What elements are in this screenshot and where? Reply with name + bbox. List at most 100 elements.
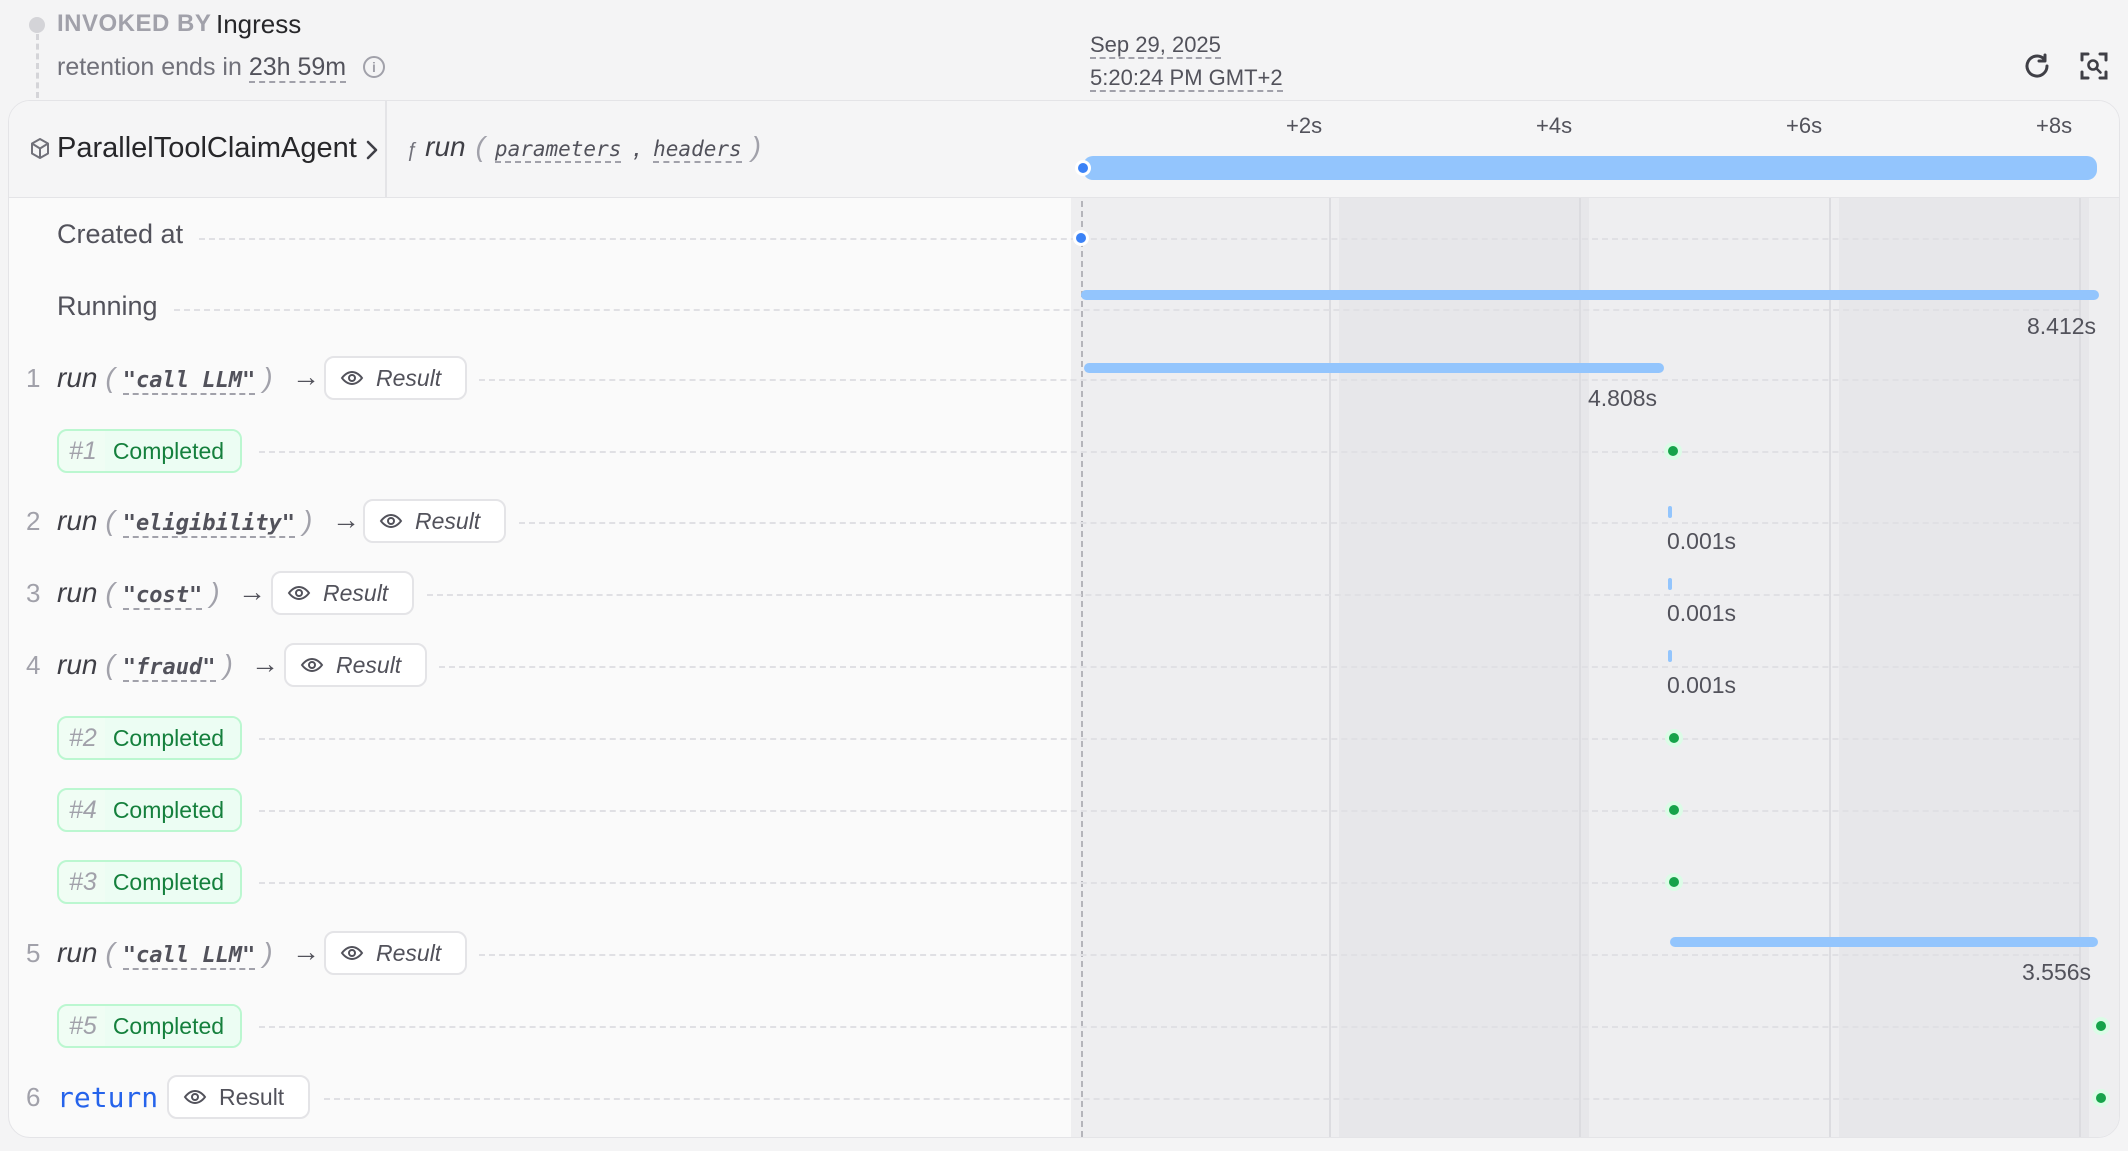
zoom-focus-icon[interactable]	[2079, 51, 2109, 81]
refresh-icon[interactable]	[2022, 51, 2052, 81]
row-guide	[199, 238, 2079, 240]
status-badge[interactable]: #5 Completed	[57, 1004, 243, 1048]
call-run[interactable]: run("call LLM")	[57, 362, 281, 395]
timeline-band	[1339, 101, 1589, 1137]
return-keyword: return	[57, 1081, 159, 1114]
step-number: 3	[26, 578, 41, 608]
start-marker-line	[1081, 101, 1083, 1137]
row-guide	[259, 451, 2079, 453]
retention-prefix: retention ends in	[57, 53, 242, 81]
step-number: 6	[26, 1082, 41, 1112]
result-button[interactable]: Result	[271, 571, 415, 615]
trace-card: ParallelToolClaimAgent ƒ run(parameters, h…	[8, 100, 2120, 1138]
step-number: 1	[26, 363, 41, 393]
start-time: 5:20:24 PM GMT+2	[1090, 65, 1283, 92]
row-guide	[439, 666, 2079, 668]
call-run[interactable]: run("eligibility")	[57, 505, 320, 538]
tick-label: +2s	[1286, 113, 1323, 138]
row-guide	[259, 882, 2079, 884]
call-duration: 4.808s	[1588, 385, 1658, 411]
row-guide	[259, 738, 2079, 740]
eye-icon	[300, 657, 324, 673]
invocation-bar[interactable]	[1083, 156, 2097, 180]
completion-dot	[1669, 733, 1679, 743]
created-at-dot	[1076, 233, 1086, 243]
info-icon[interactable]: i	[363, 56, 385, 78]
call-bar[interactable]	[1670, 937, 2098, 947]
eye-icon	[340, 370, 364, 386]
status-badge[interactable]: #2 Completed	[57, 716, 243, 760]
call-run[interactable]: run("cost")	[57, 577, 228, 610]
tick-label: +4s	[1536, 113, 1573, 138]
result-button[interactable]: Result	[324, 356, 468, 400]
completion-dot	[2096, 1093, 2106, 1103]
row-guide	[427, 594, 2079, 596]
eye-icon	[379, 513, 403, 529]
cube-icon	[31, 138, 49, 159]
result-button[interactable]: Result	[284, 643, 428, 687]
row-guide	[259, 1026, 2079, 1028]
row-guide	[174, 309, 2079, 311]
completion-dot	[1669, 805, 1679, 815]
running-label: Running	[57, 291, 158, 321]
completion-dot	[1669, 877, 1679, 887]
invoked-by-value: Ingress	[216, 9, 302, 39]
timeline-start-dot	[29, 17, 45, 33]
param-headers[interactable]: headers	[653, 137, 742, 163]
arrow-right-icon: →	[251, 648, 279, 679]
chevron-right-icon[interactable]	[365, 139, 379, 161]
arrow-right-icon: →	[292, 361, 320, 392]
function-icon: ƒ	[406, 139, 418, 161]
call-run[interactable]: run("fraud")	[57, 649, 241, 682]
invoked-by-label: INVOKED BY	[57, 10, 212, 37]
retention-value[interactable]: 23h 59m	[248, 53, 347, 83]
timeline-connector	[36, 34, 39, 98]
row-guide	[324, 1098, 2079, 1100]
running-bar[interactable]	[1081, 290, 2099, 300]
row-guide	[519, 522, 2079, 524]
call-bar[interactable]	[1084, 363, 1664, 373]
invocation-start-dot	[1078, 163, 1088, 173]
row-guide	[479, 954, 2079, 956]
arrow-right-icon: →	[238, 576, 266, 607]
param-parameters[interactable]: parameters	[494, 137, 622, 163]
call-duration: 0.001s	[1667, 600, 1737, 626]
status-badge[interactable]: #3 Completed	[57, 860, 243, 904]
divider	[385, 101, 387, 197]
function-name: run	[425, 131, 466, 162]
completion-dot	[1668, 446, 1678, 456]
eye-icon	[287, 585, 311, 601]
tick-label: +8s	[2036, 113, 2073, 138]
status-badge[interactable]: #4 Completed	[57, 788, 243, 832]
grid-line	[1579, 101, 1581, 1137]
running-duration: 8.412s	[2027, 313, 2097, 339]
call-bar[interactable]	[1668, 506, 1672, 518]
step-number: 5	[26, 938, 41, 968]
status-badge[interactable]: #1 Completed	[57, 429, 243, 473]
arrow-right-icon: →	[292, 936, 320, 967]
row-guide	[259, 810, 2079, 812]
return-result-button[interactable]: Result	[167, 1075, 311, 1119]
agent-name[interactable]: ParallelToolClaimAgent	[57, 132, 357, 165]
step-number: 4	[26, 650, 41, 680]
grid-line	[1829, 101, 1831, 1137]
call-bar[interactable]	[1668, 650, 1672, 662]
start-date: Sep 29, 2025	[1090, 32, 1221, 59]
arrow-right-icon: →	[332, 504, 360, 535]
eye-icon	[183, 1089, 207, 1105]
call-duration: 0.001s	[1667, 672, 1737, 698]
retention-info: retention ends in 23h 59m	[57, 53, 347, 83]
completion-dot	[2096, 1021, 2106, 1031]
created-at-label: Created at	[57, 219, 184, 249]
step-number: 2	[26, 506, 41, 536]
call-duration: 0.001s	[1667, 528, 1737, 554]
result-button[interactable]: Result	[324, 931, 468, 975]
call-duration: 3.556s	[2022, 959, 2092, 985]
result-button[interactable]: Result	[363, 499, 507, 543]
call-run[interactable]: run("call LLM")	[57, 937, 281, 970]
row-guide	[479, 379, 2079, 381]
tick-label: +6s	[1786, 113, 1823, 138]
grid-line	[1329, 101, 1331, 1137]
call-bar[interactable]	[1668, 578, 1672, 590]
eye-icon	[340, 945, 364, 961]
